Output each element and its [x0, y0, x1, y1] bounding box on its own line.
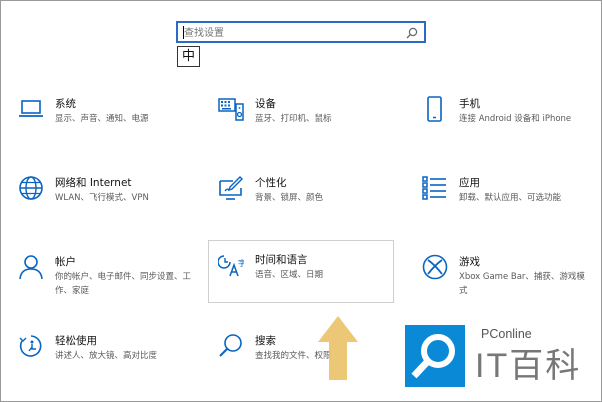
tile-title: 设备	[255, 98, 276, 110]
xbox-icon	[422, 254, 448, 280]
tile-description: 显示、声音、通知、电源	[55, 114, 149, 124]
tile-description: Xbox Game Bar、捕获、游戏模式	[459, 272, 585, 296]
tile-description: 背景、锁屏、颜色	[255, 193, 324, 203]
time-language-icon: 字	[217, 252, 246, 278]
laptop-icon	[18, 96, 44, 122]
tile-accounts[interactable]: 帐户 你的帐户、电子邮件、同步设置、工作、家庭	[18, 254, 208, 312]
search-logo-icon	[405, 325, 465, 387]
tile-devices[interactable]: 设备 蓝牙、打印机、鼠标	[218, 96, 408, 154]
pointer-arrow-annotation	[318, 316, 358, 380]
ease-of-access-icon	[18, 333, 44, 359]
tile-description: 你的帐户、电子邮件、同步设置、工作、家庭	[55, 272, 192, 296]
tile-phone[interactable]: 手机 连接 Android 设备和 iPhone	[422, 96, 598, 154]
tile-network[interactable]: 网络和 Internet WLAN、飞行模式、VPN	[18, 175, 208, 233]
watermark-brand: PConline	[481, 327, 532, 341]
tile-title: 游戏	[459, 256, 480, 268]
tile-gaming[interactable]: 游戏 Xbox Game Bar、捕获、游戏模式	[422, 254, 598, 312]
phone-icon	[422, 96, 448, 122]
tile-description: 语音、区域、日期	[255, 270, 324, 280]
magnifier-icon	[218, 333, 244, 359]
tile-title: 轻松使用	[55, 335, 97, 347]
paint-monitor-icon	[218, 175, 244, 201]
tile-ease-of-access[interactable]: 轻松使用 讲述人、放大镜、高对比度	[18, 333, 208, 391]
ime-indicator[interactable]: 中	[177, 46, 200, 67]
keyboard-speaker-icon	[218, 96, 244, 122]
tile-description: 讲述人、放大镜、高对比度	[55, 351, 158, 361]
tile-title: 手机	[459, 98, 480, 110]
svg-text:字: 字	[238, 258, 244, 268]
tile-description: 连接 Android 设备和 iPhone	[459, 114, 572, 124]
tile-title: 帐户	[55, 256, 76, 268]
tile-title: 网络和 Internet	[55, 177, 132, 189]
tile-search[interactable]: 搜索 查找我的文件、权限	[218, 333, 408, 391]
tile-time-language[interactable]: 字 时间和语言 语音、区域、日期	[208, 240, 394, 303]
tile-title: 系统	[55, 98, 76, 110]
search-input[interactable]	[184, 25, 404, 41]
search-icon[interactable]	[405, 26, 419, 40]
apps-list-icon	[422, 175, 448, 201]
search-box[interactable]	[176, 21, 426, 43]
tile-description: 卸载、默认应用、可选功能	[459, 193, 562, 203]
tile-title: 搜索	[255, 335, 276, 347]
tile-apps[interactable]: 应用 卸载、默认应用、可选功能	[422, 175, 598, 233]
tile-system[interactable]: 系统 显示、声音、通知、电源	[18, 96, 208, 154]
tile-description: 蓝牙、打印机、鼠标	[255, 114, 332, 124]
tile-title: 个性化	[255, 177, 287, 189]
tile-title: 应用	[459, 177, 480, 189]
tile-personalization[interactable]: 个性化 背景、锁屏、颜色	[218, 175, 408, 233]
globe-icon	[18, 175, 44, 201]
watermark-name: IT百科	[475, 347, 582, 385]
person-icon	[18, 254, 44, 280]
tile-description: WLAN、飞行模式、VPN	[55, 193, 149, 203]
tile-title: 时间和语言	[255, 254, 308, 266]
